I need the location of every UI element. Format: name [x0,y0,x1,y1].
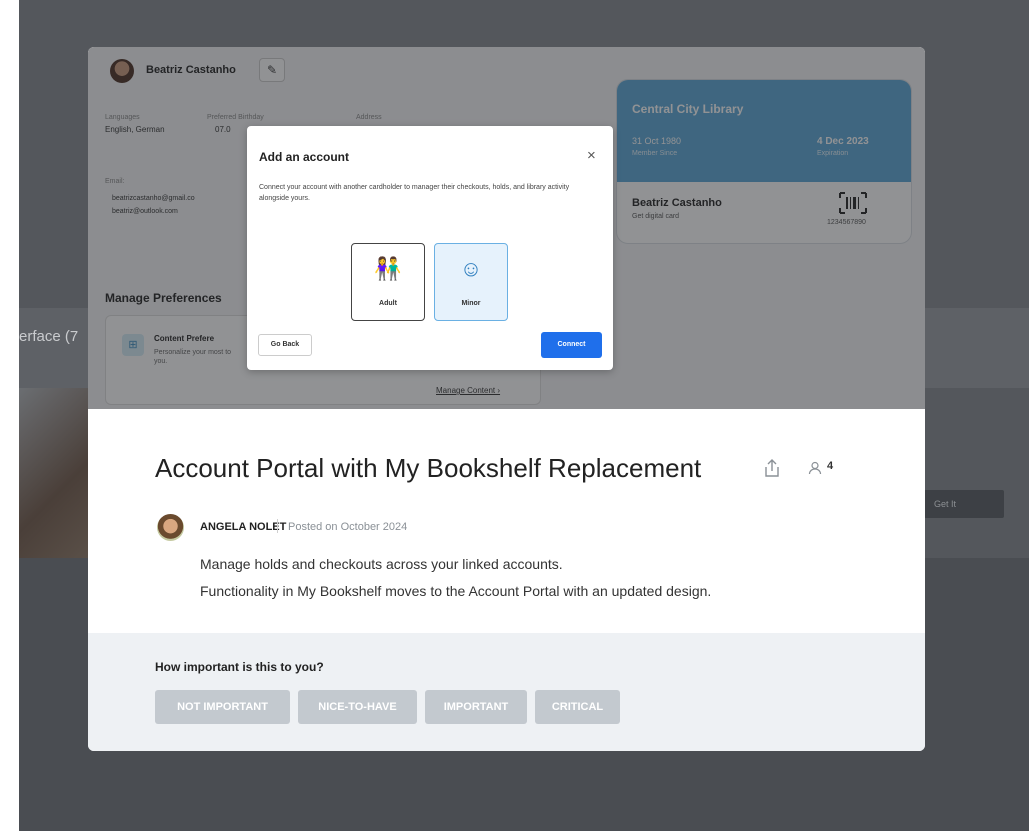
profile-name: Beatriz Castanho [146,64,236,76]
address-label: Address [356,114,382,121]
member-since-label: Member Since [632,150,678,157]
backdrop-image [19,388,89,558]
email-primary: beatrizcastanho@gmail.co [112,195,195,202]
content-preferences-title: Content Prefere [154,334,215,343]
member-since-date: 31 Oct 1980 [632,136,682,146]
nice-to-have-button[interactable]: NICE-TO-HAVE [298,690,417,724]
critical-button[interactable]: CRITICAL [535,690,620,724]
minor-option: ☺ Minor [434,243,508,321]
minor-icon: ☺ [459,256,483,281]
post-title: Account Portal with My Bookshelf Replace… [155,453,702,483]
adult-label: Adult [379,300,397,307]
minor-label: Minor [461,300,481,307]
backdrop-get-it-button: Get It [924,490,1004,518]
expiration-label: Expiration [817,150,849,157]
library-card-header [617,80,911,182]
edit-icon: ✎ [259,58,285,82]
post-date: Posted on October 2024 [288,521,408,533]
author-name: ANGELA NOLET [200,521,287,533]
dialog-description: Connect your account with another cardho… [259,184,570,202]
post-body-line-2: Functionality in My Bookshelf moves to t… [200,583,712,599]
languages-value: English, German [105,125,165,134]
adult-option: 👫 Adult [351,243,425,321]
grid-icon: ⊞ [122,334,144,356]
birthday-value: 07.0 [215,125,231,134]
follower-count: 4 [827,460,834,472]
languages-label: Languages [105,114,140,121]
author-avatar [157,514,184,541]
adult-icon: 👫 [374,256,402,281]
post-preview-image: Beatriz Castanho ✎ Languages English, Ge… [88,47,925,409]
share-icon[interactable] [763,458,781,478]
go-back-button: Go Back [258,334,312,356]
not-important-button[interactable]: NOT IMPORTANT [155,690,290,724]
birthday-label: Preferred Birthday [207,114,264,121]
content-preferences-text: Personalize your most to you. [154,349,232,365]
expiration-date: 4 Dec 2023 [817,136,869,147]
backdrop-text: erface (7 [19,328,79,345]
add-account-dialog: Add an account × Connect your account wi… [247,126,613,370]
library-card: Central City Library 31 Oct 1980 Member … [616,79,912,244]
importance-rating: How important is this to you? NOT IMPORT… [88,633,925,751]
dialog-title: Add an account [259,150,350,164]
manage-content-link: Manage Content › [436,386,501,395]
rating-question: How important is this to you? [155,660,324,674]
barcode-icon [839,192,867,214]
library-name: Central City Library [632,102,744,116]
important-button[interactable]: IMPORTANT [425,690,527,724]
close-icon: × [587,147,596,164]
email-secondary: beatriz@outlook.com [112,208,178,215]
card-holder-name: Beatriz Castanho [632,197,722,209]
connect-button: Connect [541,332,602,358]
manage-preferences-title: Manage Preferences [105,291,222,305]
author-divider [277,519,278,533]
post-modal: Beatriz Castanho ✎ Languages English, Ge… [88,47,925,751]
profile-avatar [110,59,134,83]
digital-card-link: Get digital card [632,213,680,220]
post-body-line-1: Manage holds and checkouts across your l… [200,556,563,572]
card-number: 1234567890 [827,219,866,226]
email-label: Email: [105,178,125,185]
person-icon [808,461,822,475]
